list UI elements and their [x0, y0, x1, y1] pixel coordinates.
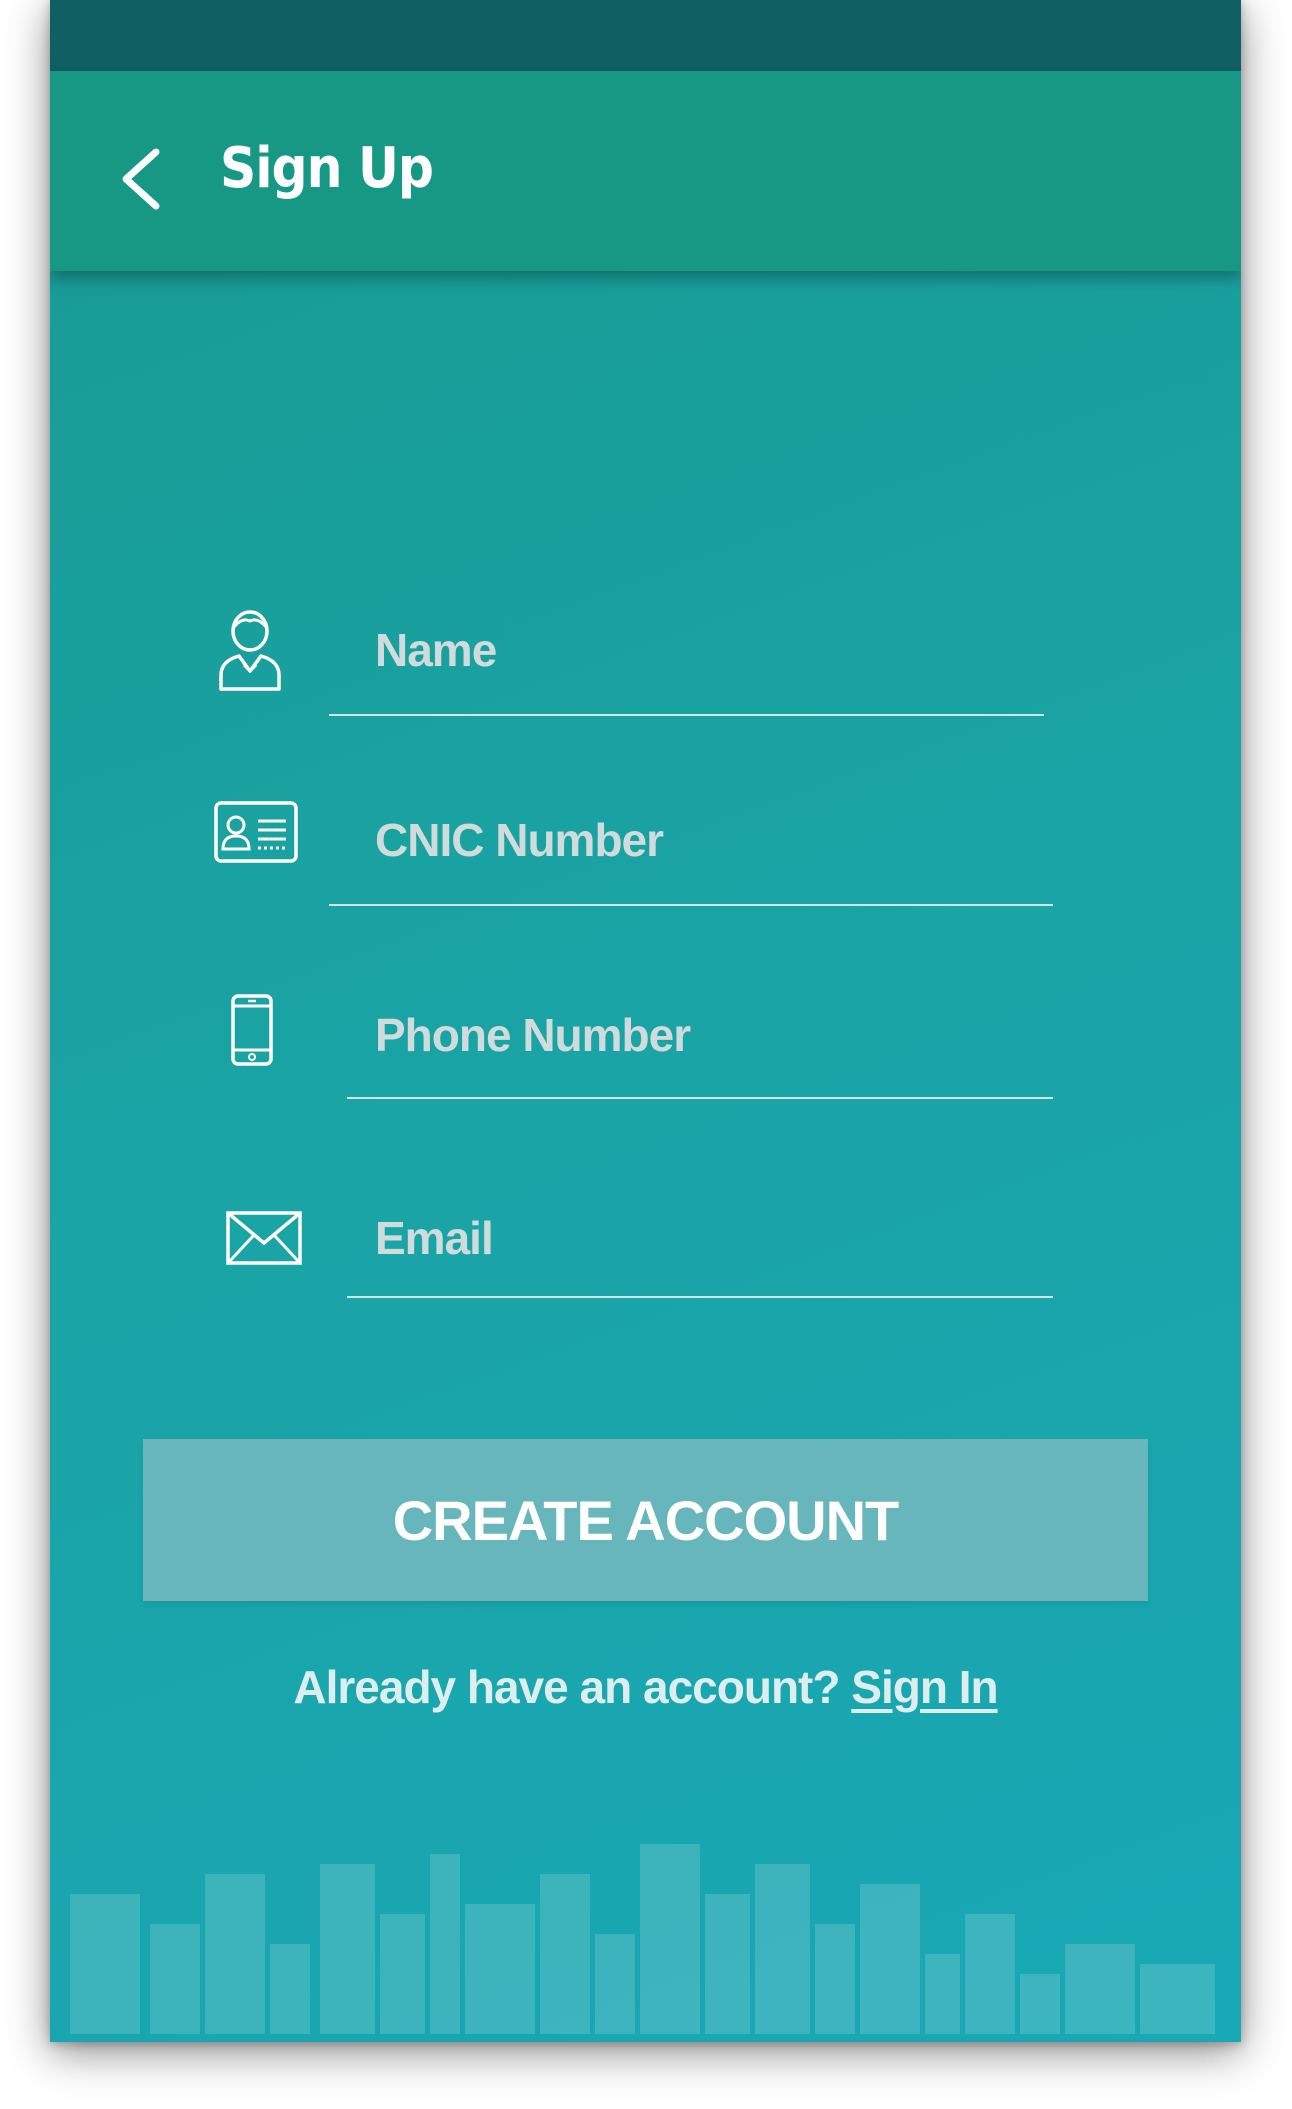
name-underline — [329, 714, 1044, 716]
already-have-account-text: Already have an account? — [293, 1661, 852, 1713]
email-field — [50, 1190, 1241, 1300]
id-card-icon — [213, 800, 299, 864]
status-bar — [50, 0, 1241, 71]
sign-in-link[interactable]: Sign In — [851, 1661, 998, 1713]
phone-input[interactable] — [375, 1005, 1075, 1065]
smartphone-icon — [230, 993, 274, 1067]
cnic-underline — [329, 904, 1053, 906]
name-input[interactable] — [375, 620, 1075, 680]
cnic-input[interactable] — [375, 810, 1075, 870]
app-bar: Sign Up — [50, 71, 1241, 271]
city-skyline-illustration — [70, 1844, 1215, 2034]
phone-screen: Sign Up Name CNIC Number Phone Number Em… — [50, 0, 1241, 2042]
phone-field — [50, 985, 1241, 1099]
email-underline — [347, 1296, 1053, 1298]
envelope-icon — [225, 1210, 303, 1266]
phone-underline — [347, 1097, 1053, 1099]
user-icon — [215, 610, 285, 691]
cnic-field — [50, 790, 1241, 906]
page-title: Sign Up — [220, 136, 434, 201]
name-field — [50, 600, 1241, 716]
sign-in-prompt: Already have an account? Sign In — [50, 1660, 1241, 1714]
chevron-left-icon — [116, 146, 164, 217]
email-input[interactable] — [375, 1208, 1075, 1268]
back-button[interactable] — [100, 141, 180, 221]
create-account-button[interactable]: CREATE ACCOUNT — [143, 1439, 1148, 1601]
